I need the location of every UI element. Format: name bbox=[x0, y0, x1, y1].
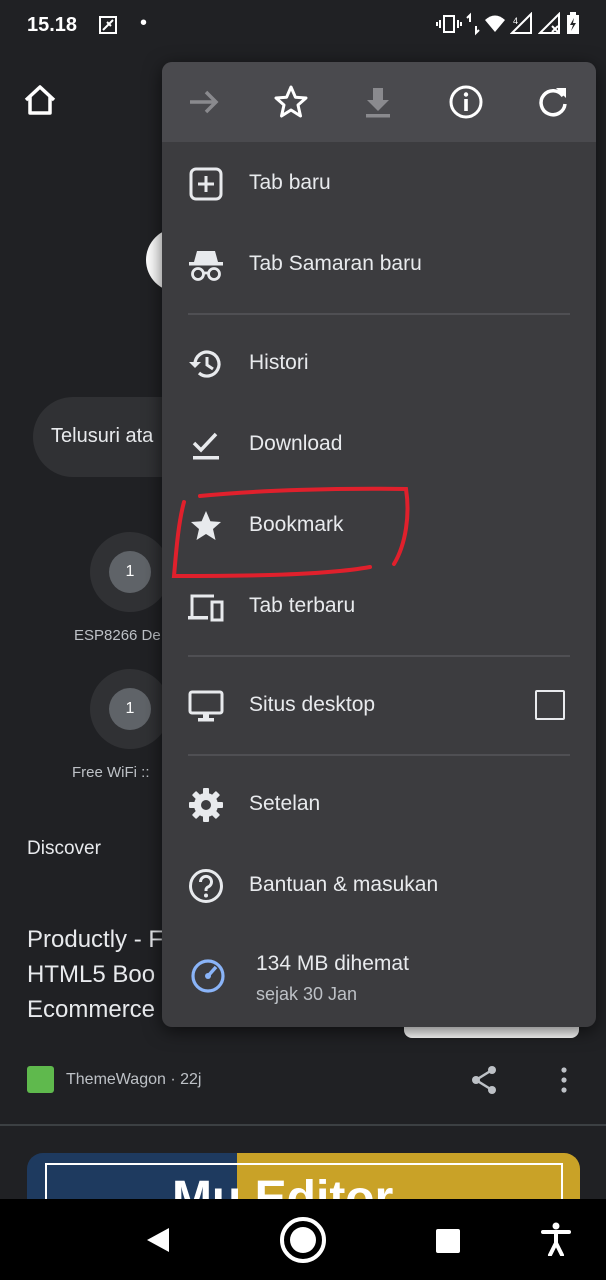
menu-item-help-feedback[interactable]: Bantuan & masukan bbox=[162, 846, 596, 926]
menu-item-label: Setelan bbox=[249, 792, 321, 815]
bookmark-star-icon bbox=[274, 85, 308, 118]
gear-icon bbox=[189, 788, 223, 822]
download-page-button[interactable] bbox=[360, 84, 396, 120]
menu-item-new-incognito-tab[interactable]: Tab Samaran baru bbox=[162, 225, 596, 305]
menu-item-label: Situs desktop bbox=[249, 693, 376, 716]
notification-icons bbox=[98, 14, 158, 43]
article-source-text: ThemeWagon · 22j bbox=[66, 1070, 202, 1088]
menu-divider bbox=[188, 313, 570, 315]
share-button[interactable] bbox=[468, 1064, 500, 1101]
incognito-icon bbox=[189, 251, 223, 281]
article-title-line: HTML5 Boo bbox=[27, 961, 156, 988]
accessibility-icon bbox=[541, 1222, 571, 1257]
article-title-line: Ecommerce bbox=[27, 996, 156, 1023]
accessibility-button[interactable] bbox=[541, 1222, 571, 1261]
menu-item-desktop-site[interactable]: Situs desktop bbox=[162, 666, 596, 746]
data-transfer-icon bbox=[466, 12, 480, 36]
battery-charging-icon bbox=[567, 12, 579, 34]
recents-icon bbox=[436, 1229, 460, 1253]
reload-icon bbox=[539, 88, 567, 117]
download-done-icon bbox=[192, 432, 219, 460]
themewagon-logo bbox=[27, 1066, 54, 1093]
nav-back-button[interactable] bbox=[145, 1226, 171, 1259]
tile-label: Free WiFi :: bbox=[72, 764, 150, 781]
article-source: ThemeWagon · 22j bbox=[27, 1066, 201, 1093]
wifi-icon bbox=[485, 15, 505, 32]
speedometer-icon bbox=[191, 959, 225, 993]
article-title-line: Productly - F bbox=[27, 926, 164, 953]
shortcut-tile[interactable]: 1 bbox=[90, 669, 170, 749]
shortcut-tile[interactable]: 1 bbox=[90, 532, 170, 612]
menu-item-label: Download bbox=[249, 432, 343, 455]
download-icon bbox=[366, 88, 390, 118]
data-saved-since: sejak 30 Jan bbox=[256, 984, 358, 1004]
forward-button[interactable] bbox=[186, 84, 222, 120]
data-saved-amount: 134 MB dihemat bbox=[256, 952, 409, 975]
history-icon bbox=[189, 350, 221, 378]
article-title[interactable]: Productly - F HTML5 Boo Ecommerce bbox=[27, 922, 177, 1027]
signal-badge: 4 bbox=[513, 16, 518, 26]
discover-heading: Discover bbox=[27, 838, 101, 859]
desktop-site-checkbox[interactable] bbox=[535, 690, 565, 720]
signal-2-icon bbox=[538, 12, 560, 34]
home-button[interactable] bbox=[22, 82, 58, 118]
nav-recents-button[interactable] bbox=[435, 1228, 461, 1259]
new-tab-icon bbox=[189, 167, 223, 201]
bookmark-page-button[interactable] bbox=[273, 84, 309, 120]
tile-badge: 1 bbox=[109, 688, 151, 730]
desktop-icon bbox=[188, 690, 224, 722]
menu-item-label: Tab Samaran baru bbox=[249, 252, 422, 275]
info-icon bbox=[449, 85, 483, 119]
search-placeholder: Telusuri ata bbox=[51, 425, 154, 447]
menu-item-downloads[interactable]: Download bbox=[162, 405, 596, 485]
vibrate-icon bbox=[436, 15, 462, 33]
menu-item-history[interactable]: Histori bbox=[162, 324, 596, 404]
menu-item-label: Bantuan & masukan bbox=[249, 873, 439, 896]
menu-item-new-tab[interactable]: Tab baru bbox=[162, 144, 596, 224]
status-bar: 15.18 • 4 bbox=[0, 0, 606, 52]
more-vert-icon bbox=[561, 1067, 567, 1093]
article-more-button[interactable] bbox=[553, 1066, 575, 1099]
menu-item-data-saver[interactable] bbox=[162, 932, 596, 1027]
reload-button[interactable] bbox=[535, 84, 571, 120]
menu-item-label: Tab terbaru bbox=[249, 594, 356, 617]
menu-divider bbox=[188, 754, 570, 756]
help-icon bbox=[189, 869, 223, 903]
system-status-icons: 4 bbox=[436, 12, 580, 36]
notification-dot: • bbox=[140, 12, 148, 34]
nav-home-icon bbox=[280, 1217, 326, 1263]
share-icon bbox=[472, 1066, 496, 1094]
tile-label: ESP8266 De bbox=[74, 627, 161, 644]
status-time: 15.18 bbox=[27, 14, 78, 36]
menu-item-label: Histori bbox=[249, 351, 309, 374]
nav-home-button[interactable] bbox=[279, 1216, 327, 1269]
menu-toolbar bbox=[162, 62, 596, 142]
menu-item-settings[interactable]: Setelan bbox=[162, 765, 596, 845]
forward-icon bbox=[190, 90, 219, 114]
devices-icon bbox=[188, 594, 224, 622]
menu-divider bbox=[188, 655, 570, 657]
home-icon bbox=[24, 85, 56, 115]
back-icon bbox=[147, 1228, 169, 1252]
signal-1-icon: 4 bbox=[510, 12, 532, 34]
page-info-button[interactable] bbox=[448, 84, 484, 120]
feed-divider bbox=[0, 1124, 606, 1126]
red-annotation-circle bbox=[171, 486, 410, 579]
app-notification-icon bbox=[99, 16, 117, 34]
menu-item-label: Tab baru bbox=[249, 171, 331, 194]
tile-badge: 1 bbox=[109, 551, 151, 593]
